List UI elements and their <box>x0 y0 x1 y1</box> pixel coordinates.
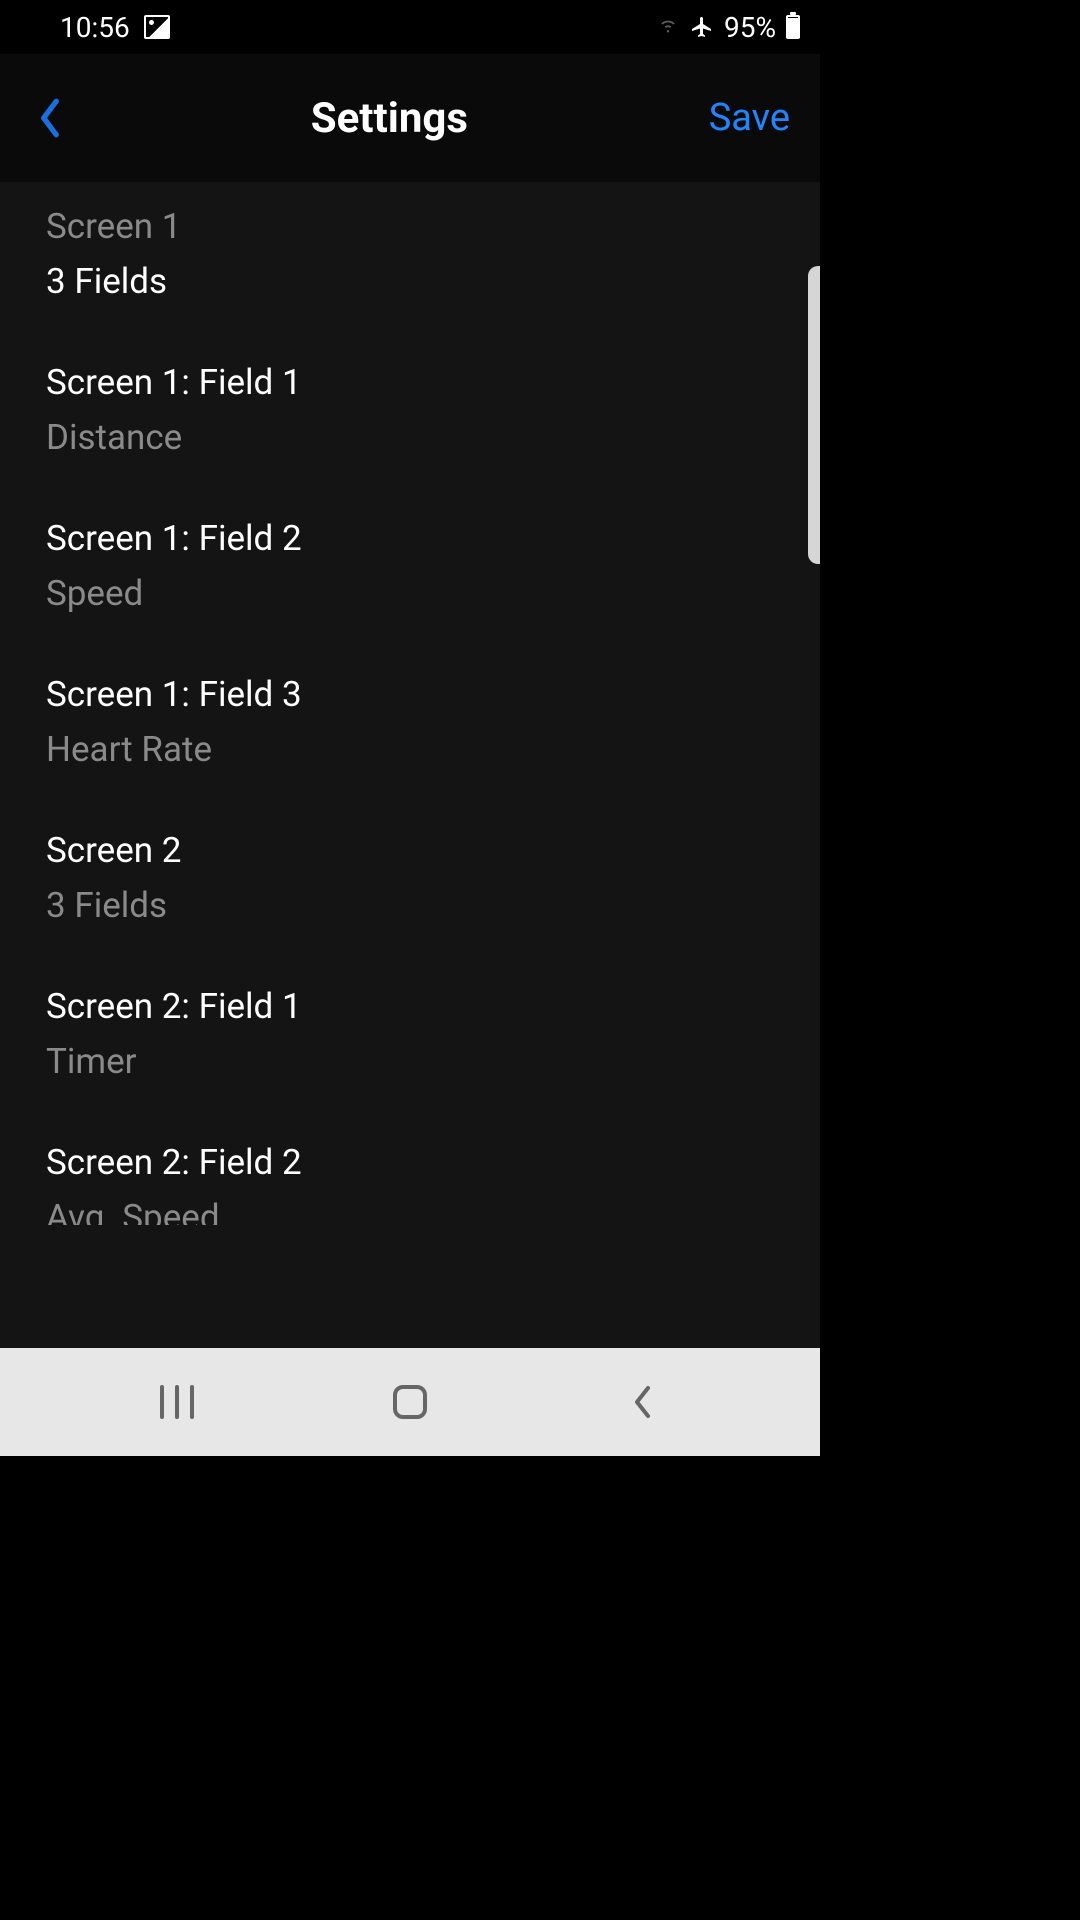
status-right: 95% <box>656 11 800 44</box>
settings-list[interactable]: Screen 1 3 Fields Screen 1: Field 1 Dist… <box>0 182 820 1348</box>
status-time: 10:56 <box>60 11 130 44</box>
setting-row-screen2-field2[interactable]: Screen 2: Field 2 Avg. Speed <box>46 1142 820 1225</box>
back-button[interactable] <box>30 93 70 143</box>
nav-recent-apps-button[interactable] <box>160 1385 194 1419</box>
chevron-left-icon <box>632 1385 654 1419</box>
row-title: Screen 1: Field 3 <box>46 674 820 715</box>
row-value: Avg. Speed <box>46 1197 820 1225</box>
battery-percent: 95% <box>724 11 776 44</box>
nav-back-button[interactable] <box>626 1385 660 1419</box>
row-title: Screen 2: Field 1 <box>46 986 820 1027</box>
row-title: Screen 1: Field 1 <box>46 362 820 403</box>
status-left: 10:56 <box>20 11 170 44</box>
setting-row-screen1-field3[interactable]: Screen 1: Field 3 Heart Rate <box>46 674 820 770</box>
chevron-left-icon <box>39 97 61 139</box>
setting-row-screen1-field1[interactable]: Screen 1: Field 1 Distance <box>46 362 820 458</box>
row-title: Screen 1 <box>46 206 820 247</box>
screenshot-notification-icon <box>144 15 170 39</box>
row-value: 3 Fields <box>46 885 820 926</box>
wifi-icon <box>656 15 680 40</box>
row-title: Screen 1: Field 2 <box>46 518 820 559</box>
row-title: Screen 2: Field 2 <box>46 1142 820 1183</box>
app-header: Settings Save <box>0 54 820 182</box>
nav-home-button[interactable] <box>393 1385 427 1419</box>
setting-row-screen1[interactable]: Screen 1 3 Fields <box>46 206 820 302</box>
setting-row-screen2-field1[interactable]: Screen 2: Field 1 Timer <box>46 986 820 1082</box>
row-value: Distance <box>46 417 820 458</box>
row-title: Screen 2 <box>46 830 820 871</box>
row-value: Heart Rate <box>46 729 820 770</box>
airplane-mode-icon <box>690 15 714 39</box>
page-title: Settings <box>70 94 709 143</box>
setting-row-screen2[interactable]: Screen 2 3 Fields <box>46 830 820 926</box>
row-value: Speed <box>46 573 820 614</box>
scrollbar-thumb[interactable] <box>808 266 820 564</box>
row-value: 3 Fields <box>46 261 820 302</box>
save-button[interactable]: Save <box>709 96 790 140</box>
status-bar: 10:56 95% <box>0 0 820 54</box>
row-value: Timer <box>46 1041 820 1082</box>
setting-row-screen1-field2[interactable]: Screen 1: Field 2 Speed <box>46 518 820 614</box>
system-nav-bar <box>0 1348 820 1456</box>
battery-icon <box>786 15 800 39</box>
